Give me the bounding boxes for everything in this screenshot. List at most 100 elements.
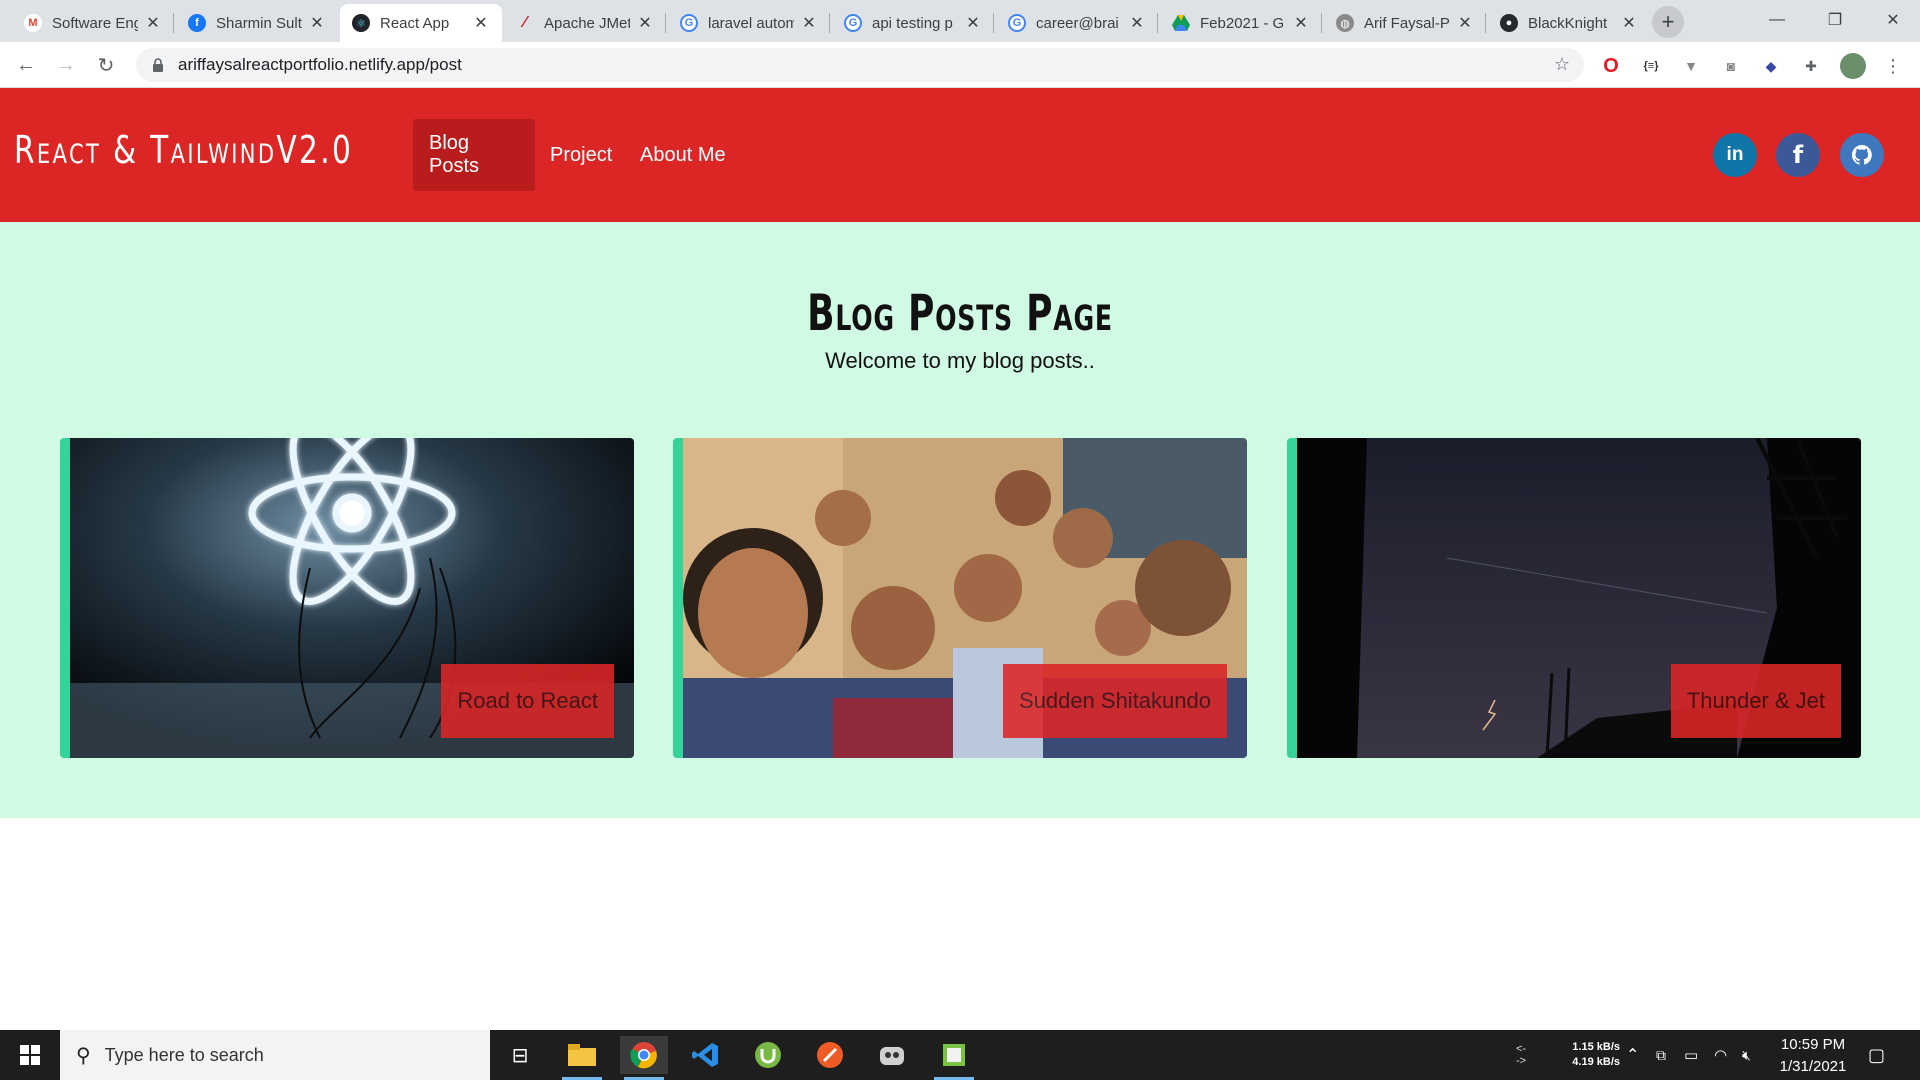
close-tab-icon[interactable]: ✕ xyxy=(1292,14,1310,32)
close-tab-icon[interactable]: ✕ xyxy=(308,14,326,32)
tab-title: career@brai xyxy=(1036,14,1119,32)
battery-icon[interactable]: ▭ xyxy=(1684,1030,1698,1080)
device-icon[interactable]: ⧉ xyxy=(1656,1030,1666,1080)
url-text[interactable]: ariffaysalreactportfolio.netlify.app/pos… xyxy=(178,55,462,75)
browser-tab[interactable]: M Software Eng ✕ xyxy=(12,4,174,42)
notepad-app-icon[interactable] xyxy=(930,1036,978,1080)
lock-icon xyxy=(152,58,164,72)
gmail-icon: M xyxy=(24,14,42,32)
extension-badge-icon[interactable]: ◆ xyxy=(1760,55,1782,77)
close-tab-icon[interactable]: ✕ xyxy=(1128,14,1146,32)
browser-tab[interactable]: ◍ Arif Faysal-P ✕ xyxy=(1324,4,1486,42)
browser-toolbar: ← → ↻ ariffaysalreactportfolio.netlify.a… xyxy=(0,42,1920,88)
site-brand[interactable]: React & TailwindV2.0 xyxy=(14,128,353,172)
nav-blog-posts[interactable]: Blog Posts xyxy=(413,119,535,191)
globe-icon: ◍ xyxy=(1336,14,1354,32)
browser-tab[interactable]: ⁄ Apache JMet ✕ xyxy=(504,4,666,42)
react-icon: ⚛ xyxy=(352,14,370,32)
puzzle-extensions-icon[interactable]: ✚ xyxy=(1800,55,1822,77)
json-viewer-icon[interactable]: {≡} xyxy=(1640,55,1662,77)
browser-tab[interactable]: G api testing p ✕ xyxy=(832,4,994,42)
camera-icon[interactable]: ◙ xyxy=(1720,55,1742,77)
browser-tab[interactable]: G career@brai ✕ xyxy=(996,4,1158,42)
restore-icon[interactable]: ❐ xyxy=(1806,0,1864,40)
tab-title: Apache JMet xyxy=(544,14,630,32)
nav-project[interactable]: Project xyxy=(534,119,628,191)
minimize-icon[interactable]: — xyxy=(1748,0,1806,40)
chrome-icon[interactable] xyxy=(620,1036,668,1080)
close-window-icon[interactable]: ✕ xyxy=(1864,0,1920,40)
browser-tab-active[interactable]: ⚛ React App ✕ xyxy=(340,4,502,42)
forward-arrow-icon[interactable]: → xyxy=(50,49,82,81)
google-drive-icon xyxy=(1172,14,1190,32)
google-icon: G xyxy=(844,14,862,32)
close-tab-icon[interactable]: ✕ xyxy=(800,14,818,32)
blog-posts-section: Blog Posts Page Welcome to my blog posts… xyxy=(0,222,1920,818)
close-tab-icon[interactable]: ✕ xyxy=(472,14,490,32)
net-download-speed: 4.19 kB/s xyxy=(1572,1056,1620,1068)
github-icon: ● xyxy=(1500,14,1518,32)
address-bar[interactable]: ariffaysalreactportfolio.netlify.app/pos… xyxy=(136,48,1584,82)
mute-speaker-icon[interactable]: 🔇︎ xyxy=(1742,1030,1751,1080)
clock-time: 10:59 PM xyxy=(1780,1036,1846,1053)
github-icon[interactable] xyxy=(1840,133,1884,177)
tab-title: BlackKnight xyxy=(1528,14,1608,32)
close-tab-icon[interactable]: ✕ xyxy=(636,14,654,32)
tab-title: Arif Faysal-P xyxy=(1364,14,1450,32)
linkedin-icon[interactable]: in xyxy=(1713,133,1757,177)
browser-tab[interactable]: Feb2021 - G ✕ xyxy=(1160,4,1322,42)
browser-tab[interactable]: G laravel autom ✕ xyxy=(668,4,830,42)
network-speed: 1.15 kB/s 4.19 kB/s xyxy=(1560,1040,1620,1070)
nav-about-me[interactable]: About Me xyxy=(624,119,742,191)
facebook-icon[interactable]: f xyxy=(1776,133,1820,177)
site-header: React & TailwindV2.0 Blog Posts Project … xyxy=(0,88,1920,222)
tab-title: Software Eng xyxy=(52,14,138,32)
app-icon[interactable] xyxy=(868,1036,916,1074)
tab-title: Feb2021 - G xyxy=(1200,14,1285,32)
wifi-icon[interactable]: ◠ xyxy=(1714,1030,1727,1080)
file-explorer-icon[interactable] xyxy=(558,1036,606,1080)
network-arrows-icon: <- -> xyxy=(1516,1043,1527,1067)
utorrent-icon[interactable] xyxy=(744,1036,792,1074)
search-icon: ⚲ xyxy=(76,1044,91,1067)
blog-post-title[interactable]: Thunder & Jet xyxy=(1670,664,1841,738)
close-tab-icon[interactable]: ✕ xyxy=(144,14,162,32)
opera-vpn-icon[interactable]: O xyxy=(1600,55,1622,77)
taskbar-clock[interactable]: 10:59 PM 1/31/2021 xyxy=(1768,1034,1858,1078)
blog-post-title[interactable]: Sudden Shitakundo xyxy=(1002,664,1227,738)
blog-post-card[interactable]: Thunder & Jet xyxy=(1287,438,1861,758)
profile-avatar[interactable] xyxy=(1840,53,1866,79)
search-placeholder: Type here to search xyxy=(104,1044,264,1065)
reload-icon[interactable]: ↻ xyxy=(90,49,122,81)
tab-title: React App xyxy=(380,14,450,32)
task-view-icon[interactable]: ⊟ xyxy=(496,1036,544,1074)
blog-post-title[interactable]: Road to React xyxy=(441,664,614,738)
blog-post-card[interactable]: Road to React xyxy=(60,438,634,758)
chevron-up-icon[interactable]: ⌃ xyxy=(1626,1030,1639,1080)
blog-post-card[interactable]: Sudden Shitakundo xyxy=(673,438,1247,758)
windows-taskbar: ⚲ Type here to search ⊟ <- -> 1.15 kB/s 4… xyxy=(0,1030,1920,1080)
taskbar-search-input[interactable]: ⚲ Type here to search xyxy=(60,1030,490,1080)
close-tab-icon[interactable]: ✕ xyxy=(1620,14,1638,32)
postman-icon[interactable] xyxy=(806,1036,854,1074)
page-title: Blog Posts Page xyxy=(807,284,1113,342)
google-icon: G xyxy=(1008,14,1026,32)
notifications-icon[interactable]: ▢ xyxy=(1868,1030,1885,1080)
browser-tab-strip: M Software Eng ✕ f Sharmin Sult ✕ ⚛ Reac… xyxy=(0,0,1920,42)
browser-tab[interactable]: ● BlackKnight ✕ xyxy=(1488,4,1650,42)
vue-devtools-icon[interactable]: ▼ xyxy=(1680,55,1702,77)
windows-start-icon[interactable] xyxy=(0,1030,60,1080)
close-tab-icon[interactable]: ✕ xyxy=(964,14,982,32)
tab-title: laravel autom xyxy=(708,14,794,32)
facebook-icon: f xyxy=(188,14,206,32)
vs-code-icon[interactable] xyxy=(682,1036,730,1074)
kebab-menu-icon[interactable]: ⋮ xyxy=(1882,55,1904,77)
browser-tab[interactable]: f Sharmin Sult ✕ xyxy=(176,4,338,42)
close-tab-icon[interactable]: ✕ xyxy=(1456,14,1474,32)
new-tab-button[interactable]: + xyxy=(1652,6,1684,38)
bookmark-star-icon[interactable]: ☆ xyxy=(1554,54,1570,75)
back-arrow-icon[interactable]: ← xyxy=(10,49,42,81)
tab-title: api testing p xyxy=(872,14,953,32)
clock-date: 1/31/2021 xyxy=(1779,1058,1847,1075)
net-upload-speed: 1.15 kB/s xyxy=(1572,1041,1620,1053)
